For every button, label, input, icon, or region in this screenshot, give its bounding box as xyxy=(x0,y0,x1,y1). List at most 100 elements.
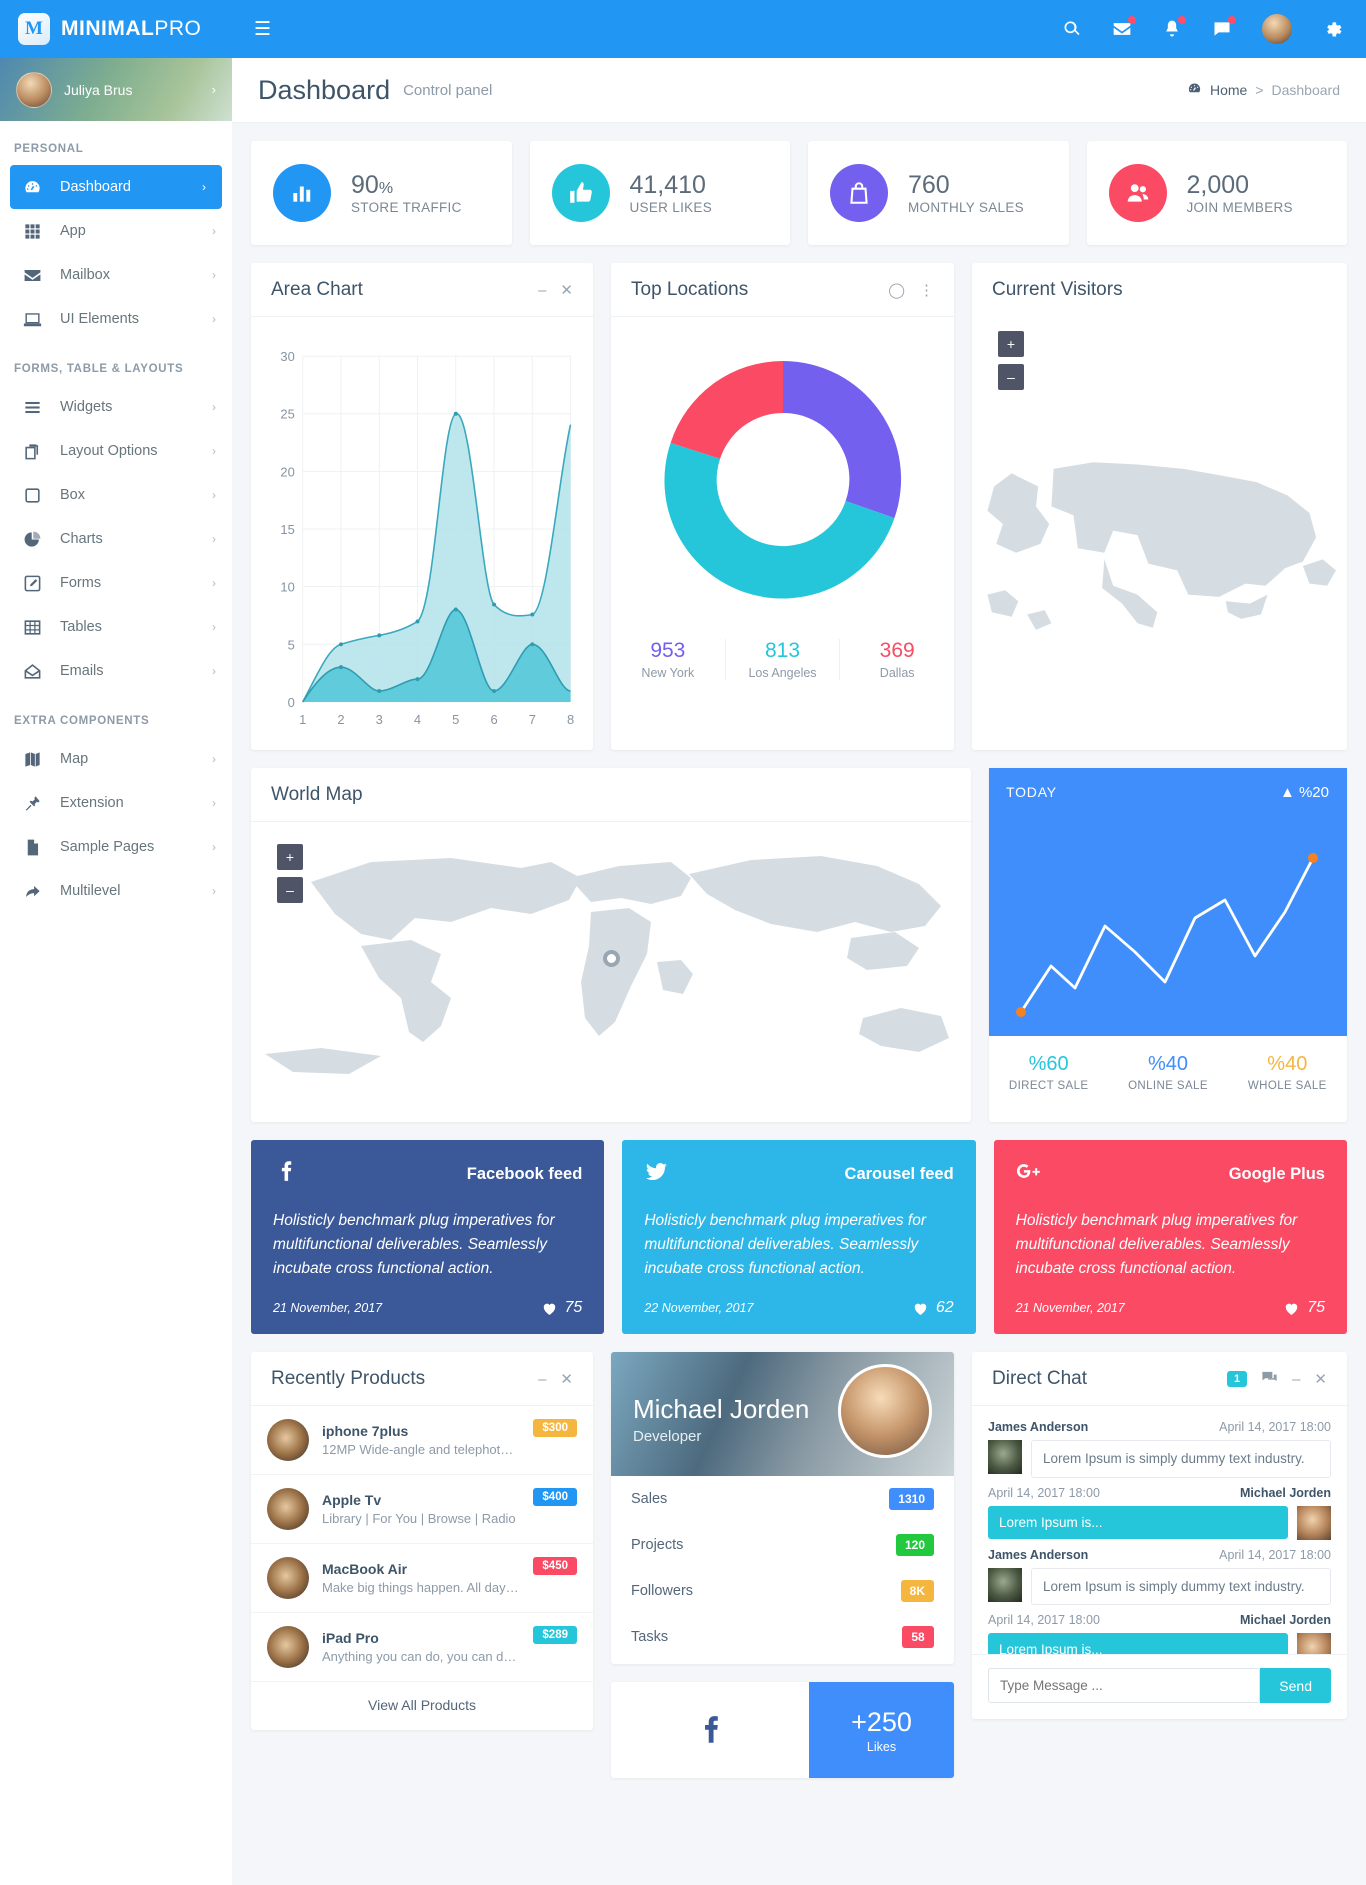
zoom-out-button[interactable]: – xyxy=(998,364,1024,390)
stat-card-join-members[interactable]: 2,000 JOIN MEMBERS xyxy=(1086,141,1347,245)
sidebar-item-map[interactable]: Map › xyxy=(0,737,232,781)
close-icon[interactable]: ✕ xyxy=(560,1370,573,1388)
product-name: iPad Pro xyxy=(322,1630,379,1647)
sidebar-item-label: Extension xyxy=(60,795,124,811)
product-thumbnail xyxy=(267,1557,309,1600)
dashboard-content: 90% STORE TRAFFIC 41,410 USER LIKES 760 xyxy=(232,123,1366,1826)
facebook-likes-card[interactable]: +250 Likes xyxy=(611,1682,954,1779)
sidebar-profile[interactable]: Juliya Brus › xyxy=(0,58,232,121)
feed-likes[interactable]: 75 xyxy=(1283,1299,1325,1317)
sidebar-item-label: Box xyxy=(60,487,85,503)
svg-text:6: 6 xyxy=(490,712,497,727)
sidebar-item-extension[interactable]: Extension › xyxy=(0,781,232,825)
minimize-icon[interactable]: – xyxy=(538,282,546,299)
sidebar-item-sample-pages[interactable]: Sample Pages › xyxy=(0,825,232,869)
sidebar-item-layout-options[interactable]: Layout Options › xyxy=(0,429,232,473)
stat-card-monthly-sales[interactable]: 760 MONTHLY SALES xyxy=(808,141,1069,245)
message-bubble: Lorem Ipsum is simply dummy text industr… xyxy=(1031,1567,1331,1606)
comment-icon[interactable] xyxy=(1212,16,1236,39)
sidebar-item-tables[interactable]: Tables › xyxy=(0,605,232,649)
brand[interactable]: M MINIMALPRO xyxy=(0,0,232,58)
world-map-svg xyxy=(265,856,949,1074)
search-icon[interactable] xyxy=(1062,19,1082,39)
chat-icon[interactable] xyxy=(1261,1369,1278,1390)
feed-text: Holisticly benchmark plug imperatives fo… xyxy=(644,1212,927,1278)
message-time: April 14, 2017 18:00 xyxy=(1219,1547,1331,1562)
list-item[interactable]: iphone 7plus 12MP Wide-angle and telepho… xyxy=(251,1406,593,1476)
facebook-feed-card: Facebook feed Holisticly benchmark plug … xyxy=(251,1140,605,1335)
facebook-likes-label: Likes xyxy=(866,1739,897,1754)
zoom-out-button[interactable]: – xyxy=(277,877,303,903)
svg-text:0: 0 xyxy=(288,695,295,710)
profile-stat-sales: Sales 1310 xyxy=(611,1476,954,1522)
sidebar-item-app[interactable]: App › xyxy=(0,209,232,253)
view-all-products-link[interactable]: View All Products xyxy=(251,1681,593,1730)
sidebar-item-widgets[interactable]: Widgets › xyxy=(0,385,232,429)
bell-icon[interactable] xyxy=(1162,16,1186,39)
minimize-icon[interactable]: – xyxy=(1292,1371,1300,1388)
svg-text:20: 20 xyxy=(280,464,294,479)
send-button[interactable]: Send xyxy=(1260,1668,1331,1704)
sidebar-item-multilevel[interactable]: Multilevel › xyxy=(0,869,232,913)
close-icon[interactable]: ✕ xyxy=(560,281,573,299)
avatar xyxy=(1297,1633,1331,1655)
charts-row: Area Chart – ✕ 30 25 20 15 10 5 0 1 2 3 … xyxy=(251,263,1347,750)
product-info: iphone 7plus 12MP Wide-angle and telepho… xyxy=(322,1423,520,1457)
product-thumbnail xyxy=(267,1626,309,1669)
chat-composer: Send xyxy=(972,1654,1347,1719)
us-map-svg xyxy=(987,462,1336,630)
donut-chart-body xyxy=(611,317,954,621)
list-item[interactable]: iPad Pro Anything you can do, you can do… xyxy=(251,1613,593,1681)
card-tools: 1 – ✕ xyxy=(1226,1369,1327,1390)
chevron-right-icon: › xyxy=(212,224,216,238)
breadcrumb-home[interactable]: Home xyxy=(1210,82,1247,98)
feed-likes[interactable]: 75 xyxy=(541,1299,582,1317)
donut-slice-new-york xyxy=(782,361,901,519)
sidebar-item-emails[interactable]: Emails › xyxy=(0,649,232,693)
sidebar-item-box[interactable]: Box › xyxy=(0,473,232,517)
list-item[interactable]: Apple Tv Library | For You | Browse | Ra… xyxy=(251,1475,593,1545)
sidebar-item-dashboard[interactable]: Dashboard › xyxy=(10,165,222,209)
avatar[interactable] xyxy=(1262,14,1292,44)
sidebar-item-mailbox[interactable]: Mailbox › xyxy=(0,253,232,297)
sidebar-nav: PERSONAL Dashboard › App › Mailbox › UI … xyxy=(0,121,232,913)
location-value: 813 xyxy=(764,639,801,662)
refresh-icon[interactable]: ◯ xyxy=(888,281,905,299)
chevron-right-icon: › xyxy=(212,400,216,414)
chat-message-input[interactable] xyxy=(988,1668,1261,1704)
feed-likes[interactable]: 62 xyxy=(912,1299,954,1317)
recently-products-card: Recently Products – ✕ iphone 7plus 12MP … xyxy=(251,1352,593,1731)
message-bubble: Lorem Ipsum is simply dummy text industr… xyxy=(1031,1440,1331,1478)
hamburger-menu-icon[interactable]: ☰ xyxy=(254,18,271,41)
card-title: Recently Products xyxy=(271,1368,426,1390)
sidebar-item-ui-elements[interactable]: UI Elements › xyxy=(0,297,232,341)
gear-icon[interactable] xyxy=(1322,19,1342,39)
sidebar-item-charts[interactable]: Charts › xyxy=(0,517,232,561)
zoom-in-button[interactable]: + xyxy=(998,331,1024,357)
profile-widget-name: Michael Jorden xyxy=(633,1394,810,1425)
chevron-right-icon: › xyxy=(212,444,216,458)
minimize-icon[interactable]: – xyxy=(538,1371,546,1388)
list-item[interactable]: MacBook Air Make big things happen. All … xyxy=(251,1544,593,1614)
sidebar-item-forms[interactable]: Forms › xyxy=(0,561,232,605)
message-meta: April 14, 2017 18:00 Michael Jorden xyxy=(988,1486,1331,1500)
sidebar-item-label: UI Elements xyxy=(60,311,139,327)
sidebar-item-label: Widgets xyxy=(60,399,113,415)
stat-card-user-likes[interactable]: 41,410 USER LIKES xyxy=(529,141,790,245)
bars-icon xyxy=(22,398,43,417)
profile-widget-card: Michael Jorden Developer Sales 1310 Proj… xyxy=(611,1352,954,1665)
more-menu-icon[interactable]: ⋮ xyxy=(919,281,934,299)
nav-section-personal: PERSONAL xyxy=(14,143,84,155)
zoom-in-button[interactable]: + xyxy=(277,844,303,870)
thumbs-up-icon xyxy=(551,164,610,222)
chevron-right-icon: › xyxy=(202,180,206,194)
close-icon[interactable]: ✕ xyxy=(1314,1370,1327,1388)
message-author: James Anderson xyxy=(988,1420,1089,1435)
stat-card-store-traffic[interactable]: 90% STORE TRAFFIC xyxy=(251,141,512,245)
donut-slice-dallas xyxy=(670,361,783,459)
envelope-icon[interactable] xyxy=(1112,16,1136,39)
donut-chart-svg xyxy=(663,361,901,599)
top-locations-card: Top Locations ◯ ⋮ 953 New York 813 Los A… xyxy=(611,263,954,750)
today-stat-label: DIRECT SALE xyxy=(1008,1080,1089,1092)
today-stat-online-sale: %40 ONLINE SALE xyxy=(1108,1053,1227,1092)
